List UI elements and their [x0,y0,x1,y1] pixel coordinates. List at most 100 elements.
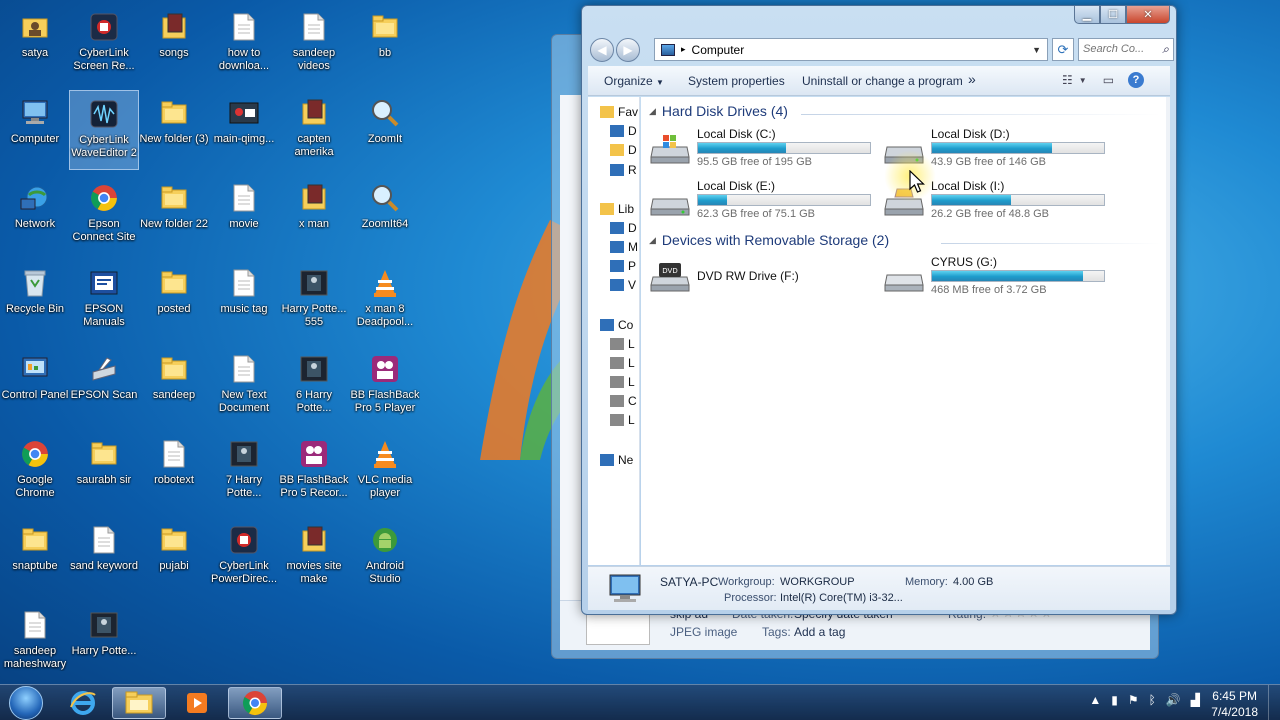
desktop-icon[interactable]: sand keyword [69,517,139,597]
nav-item[interactable]: D [610,124,637,138]
desktop-icon[interactable]: movie [209,175,279,255]
show-hidden-icons-icon[interactable]: ▲ [1089,693,1101,707]
desktop-icon[interactable]: BB FlashBack Pro 5 Player [350,346,420,426]
desktop-icon[interactable]: Recycle Bin [0,260,70,340]
desktop-icon[interactable]: snaptube [0,517,70,597]
desktop-icon[interactable]: satya [0,4,70,84]
nav-item[interactable]: Fav [600,105,638,119]
nav-item[interactable]: L [610,337,635,351]
desktop-icon[interactable]: EPSON Scan [69,346,139,426]
start-button[interactable] [4,685,48,720]
search-box[interactable]: ⌕ [1078,38,1174,61]
desktop-icon[interactable]: New folder (3) [139,90,209,170]
nav-item[interactable]: C [610,394,637,408]
desktop-icon[interactable]: ZoomIt [350,90,420,170]
desktop-icon[interactable]: 6 Harry Potte... [279,346,349,426]
nav-item[interactable]: V [610,278,636,292]
desktop-icon[interactable]: x man 8 Deadpool... [350,260,420,340]
desktop-icon[interactable]: Network [0,175,70,255]
nav-item[interactable]: M [610,240,638,254]
volume-icon[interactable]: 🔊 [1166,693,1181,707]
nav-item[interactable]: P [610,259,636,273]
drive-item[interactable]: DVD DVD RW Drive (F:) [649,255,879,301]
refresh-button[interactable]: ⟳ [1052,38,1074,61]
desktop-icon[interactable]: sandeep maheshwary [0,602,70,682]
desktop-icon[interactable]: Computer [0,90,70,170]
breadcrumb-arrow-icon[interactable]: ▸ [681,44,686,55]
desktop-icon[interactable]: VLC media player [350,431,420,511]
desktop-icon[interactable]: Google Chrome [0,431,70,511]
desktop-icon[interactable]: New Text Document [209,346,279,426]
desktop-icon[interactable]: bb [350,4,420,84]
desktop-icon[interactable]: robotext [139,431,209,511]
desktop-icon[interactable]: CyberLink PowerDirec... [209,517,279,597]
collapse-triangle-icon[interactable]: ◢ [649,235,656,246]
minimize-button[interactable]: ▁ [1074,6,1100,24]
nav-item[interactable]: Lib [600,202,634,216]
network-signal-icon[interactable]: ▟ [1191,693,1200,707]
change-view-icon[interactable]: ☷ [1062,73,1073,87]
address-dropdown-icon[interactable]: ▼ [1032,45,1041,55]
desktop-icon[interactable]: saurabh sir [69,431,139,511]
desktop-icon[interactable]: Harry Potte... [69,602,139,682]
address-text[interactable]: Computer [692,43,745,57]
clock[interactable]: 6:45 PM 7/4/2018 [1211,688,1258,720]
desktop-icon[interactable]: Android Studio [350,517,420,597]
desktop-icon[interactable]: ZoomIt64 [350,175,420,255]
organize-button[interactable]: Organize ▼ [604,74,664,88]
desktop-icon[interactable]: CyberLink WaveEditor 2 [69,90,139,170]
nav-item[interactable]: Ne [600,453,633,467]
vertical-scrollbar[interactable] [1166,97,1170,565]
more-commands-button[interactable]: » [968,71,976,87]
desktop-icon[interactable]: capten amerika [279,90,349,170]
nav-item[interactable]: L [610,356,635,370]
search-input[interactable] [1083,39,1153,59]
desktop-icon[interactable]: songs [139,4,209,84]
nav-item[interactable]: L [610,375,635,389]
collapse-triangle-icon[interactable]: ◢ [649,106,656,117]
nav-item[interactable]: D [610,221,637,235]
system-properties-button[interactable]: System properties [688,74,785,88]
show-desktop-button[interactable] [1268,685,1280,720]
desktop-icon[interactable]: New folder 22 [139,175,209,255]
desktop-icon[interactable]: BB FlashBack Pro 5 Recor... [279,431,349,511]
back-button[interactable]: ◀ [590,38,614,62]
maximize-button[interactable]: ☐ [1100,6,1126,24]
drive-item[interactable]: Local Disk (E:) 62.3 GB free of 75.1 GB [649,179,879,225]
desktop-icon[interactable]: 7 Harry Potte... [209,431,279,511]
desktop-icon[interactable]: Control Panel [0,346,70,426]
hard-disk-group-header[interactable]: ◢ Hard Disk Drives (4) [649,103,788,119]
taskbar-google-chrome[interactable] [228,687,282,719]
drive-item[interactable]: Local Disk (C:) 95.5 GB free of 195 GB [649,127,879,173]
nav-item[interactable]: L [610,413,635,427]
desktop-icon[interactable]: posted [139,260,209,340]
nav-item[interactable]: Co [600,318,633,332]
taskbar-media-player[interactable] [170,687,224,719]
desktop-icon[interactable]: main-qimg... [209,90,279,170]
desktop-icon[interactable]: x man [279,175,349,255]
view-dropdown-icon[interactable]: ▼ [1079,76,1087,85]
address-bar[interactable]: ▸ Computer ▼ [654,38,1048,61]
preview-pane-icon[interactable]: ▭ [1103,73,1114,87]
desktop-icon[interactable]: pujabi [139,517,209,597]
desktop-icon[interactable]: Harry Potte... 555 [279,260,349,340]
desktop-icon[interactable]: sandeep videos [279,4,349,84]
bluetooth-icon[interactable]: ᛒ [1149,693,1156,707]
desktop-icon[interactable]: music tag [209,260,279,340]
taskbar-windows-explorer[interactable] [112,687,166,719]
nav-item[interactable]: D [610,143,637,157]
tags-value[interactable]: Add a tag [794,625,845,639]
desktop-icon[interactable]: how to downloa... [209,4,279,84]
uninstall-program-button[interactable]: Uninstall or change a program [802,74,963,88]
nav-item[interactable]: R [610,163,637,177]
help-icon[interactable]: ? [1128,72,1145,88]
desktop-icon[interactable]: EPSON Manuals [69,260,139,340]
drive-item[interactable]: CYRUS (G:) 468 MB free of 3.72 GB [883,255,1113,301]
flag-icon[interactable]: ⚑ [1128,693,1139,707]
search-icon[interactable]: ⌕ [1162,42,1169,57]
computer-explorer-window[interactable]: ▁ ☐ ✕ ◀ ▶ ▸ Computer ▼ ⟳ ⌕ Organize ▼ Sy… [581,5,1177,615]
desktop-icon[interactable]: movies site make [279,517,349,597]
removable-group-header[interactable]: ◢ Devices with Removable Storage (2) [649,232,889,248]
desktop-icon[interactable]: CyberLink Screen Re... [69,4,139,84]
forward-button[interactable]: ▶ [616,38,640,62]
